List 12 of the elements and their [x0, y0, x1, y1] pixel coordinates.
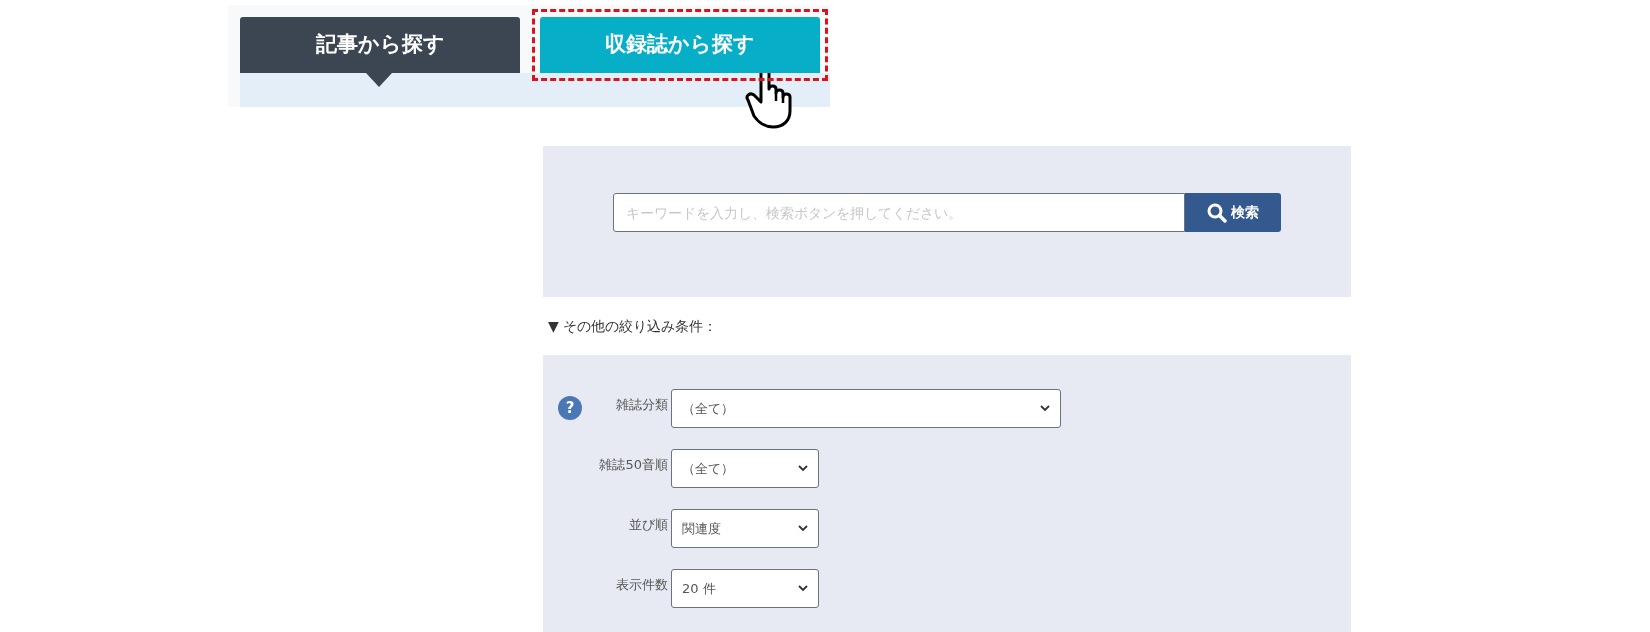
- search-button[interactable]: 検索: [1185, 193, 1281, 232]
- dropdown[interactable]: 関連度: [671, 509, 819, 548]
- dropdown[interactable]: 20 件: [671, 569, 819, 608]
- toggle-marker: ▼: [548, 316, 559, 336]
- dropdown[interactable]: （全て）: [671, 389, 1061, 428]
- filter-label: 表示件数: [615, 576, 669, 594]
- filters-toggle-label[interactable]: その他の絞り込み条件：: [562, 315, 717, 337]
- help-icon[interactable]: ?: [558, 396, 582, 420]
- filter-label: 雑誌50音順: [598, 456, 669, 474]
- filter-label: 雑誌分類: [615, 396, 669, 414]
- filter-label: 並び順: [628, 516, 669, 534]
- dropdown[interactable]: （全て）: [671, 449, 819, 488]
